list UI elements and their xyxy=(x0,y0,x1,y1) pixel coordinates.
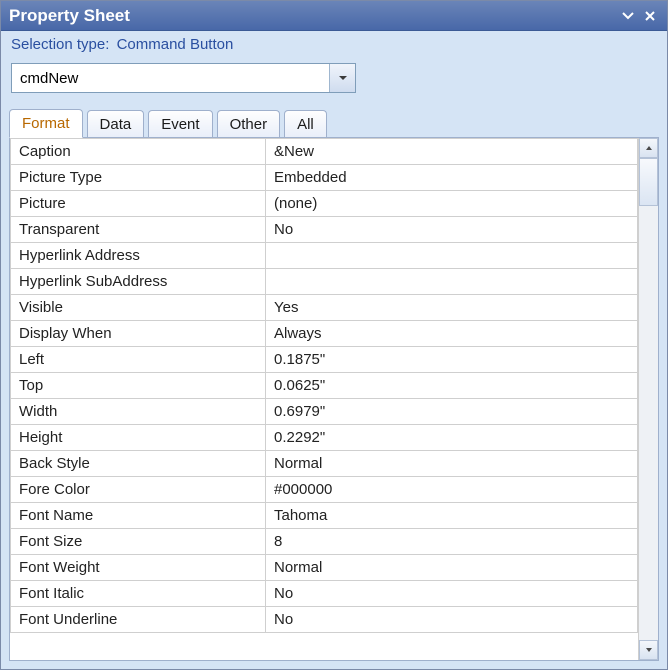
property-value[interactable]: 8 xyxy=(266,529,638,555)
property-name[interactable]: Left xyxy=(11,347,266,373)
property-value[interactable]: Normal xyxy=(266,555,638,581)
property-name[interactable]: Height xyxy=(11,425,266,451)
property-value[interactable]: 0.0625" xyxy=(266,373,638,399)
property-value[interactable]: 0.2292" xyxy=(266,425,638,451)
property-row: Picture TypeEmbedded xyxy=(11,165,638,191)
property-value[interactable]: (none) xyxy=(266,191,638,217)
property-table: Caption&NewPicture TypeEmbeddedPicture(n… xyxy=(10,138,638,633)
property-name[interactable]: Font Size xyxy=(11,529,266,555)
property-row: Back StyleNormal xyxy=(11,451,638,477)
property-name[interactable]: Visible xyxy=(11,295,266,321)
object-selector[interactable] xyxy=(11,63,356,93)
property-name[interactable]: Picture xyxy=(11,191,266,217)
property-value[interactable]: Always xyxy=(266,321,638,347)
property-value[interactable]: No xyxy=(266,217,638,243)
property-name[interactable]: Caption xyxy=(11,139,266,165)
property-row: Font ItalicNo xyxy=(11,581,638,607)
property-value[interactable] xyxy=(266,243,638,269)
object-selector-dropdown-button[interactable] xyxy=(329,64,355,92)
property-sheet-window: Property Sheet Selection type: Command B… xyxy=(0,0,668,670)
chevron-down-icon xyxy=(337,72,349,84)
property-value[interactable]: No xyxy=(266,581,638,607)
property-row: Hyperlink Address xyxy=(11,243,638,269)
property-name[interactable]: Picture Type xyxy=(11,165,266,191)
property-name[interactable]: Fore Color xyxy=(11,477,266,503)
scroll-up-button[interactable] xyxy=(639,138,658,158)
property-value[interactable]: &New xyxy=(266,139,638,165)
property-row: Caption&New xyxy=(11,139,638,165)
property-name[interactable]: Font Weight xyxy=(11,555,266,581)
tab-data[interactable]: Data xyxy=(87,110,145,138)
property-row: VisibleYes xyxy=(11,295,638,321)
property-row: Display WhenAlways xyxy=(11,321,638,347)
selection-type-row: Selection type: Command Button xyxy=(1,31,667,53)
property-name[interactable]: Back Style xyxy=(11,451,266,477)
minimize-icon[interactable] xyxy=(619,7,637,25)
property-value[interactable]: 0.6979" xyxy=(266,399,638,425)
selection-type-label: Selection type: xyxy=(11,36,109,53)
property-row: Picture(none) xyxy=(11,191,638,217)
property-name[interactable]: Hyperlink SubAddress xyxy=(11,269,266,295)
scroll-down-button[interactable] xyxy=(639,640,658,660)
property-row: Font NameTahoma xyxy=(11,503,638,529)
property-value[interactable] xyxy=(266,269,638,295)
scroll-track[interactable] xyxy=(639,158,658,640)
property-row: Top0.0625" xyxy=(11,373,638,399)
tab-event[interactable]: Event xyxy=(148,110,212,138)
property-value[interactable]: 0.1875" xyxy=(266,347,638,373)
property-row: Font Size8 xyxy=(11,529,638,555)
scroll-thumb[interactable] xyxy=(639,158,658,206)
object-selector-input[interactable] xyxy=(12,64,329,92)
property-row: Fore Color#000000 xyxy=(11,477,638,503)
chevron-up-icon xyxy=(644,143,654,153)
tab-all[interactable]: All xyxy=(284,110,327,138)
chevron-down-icon xyxy=(644,645,654,655)
property-value[interactable]: #000000 xyxy=(266,477,638,503)
property-row: Width0.6979" xyxy=(11,399,638,425)
tab-bar: FormatDataEventOtherAll xyxy=(1,103,667,137)
property-grid-wrap: Caption&NewPicture TypeEmbeddedPicture(n… xyxy=(9,137,659,661)
tab-format[interactable]: Format xyxy=(9,109,83,138)
property-row: TransparentNo xyxy=(11,217,638,243)
property-name[interactable]: Top xyxy=(11,373,266,399)
property-name[interactable]: Font Italic xyxy=(11,581,266,607)
property-row: Height0.2292" xyxy=(11,425,638,451)
property-row: Font WeightNormal xyxy=(11,555,638,581)
property-value[interactable]: Yes xyxy=(266,295,638,321)
property-name[interactable]: Width xyxy=(11,399,266,425)
titlebar: Property Sheet xyxy=(1,1,667,31)
tab-other[interactable]: Other xyxy=(217,110,281,138)
window-title: Property Sheet xyxy=(9,6,615,26)
property-name[interactable]: Transparent xyxy=(11,217,266,243)
vertical-scrollbar[interactable] xyxy=(638,138,658,660)
property-name[interactable]: Font Underline xyxy=(11,607,266,633)
property-name[interactable]: Font Name xyxy=(11,503,266,529)
property-row: Hyperlink SubAddress xyxy=(11,269,638,295)
property-grid: Caption&NewPicture TypeEmbeddedPicture(n… xyxy=(10,138,638,660)
property-value[interactable]: Normal xyxy=(266,451,638,477)
close-icon[interactable] xyxy=(641,7,659,25)
property-value[interactable]: No xyxy=(266,607,638,633)
property-value[interactable]: Tahoma xyxy=(266,503,638,529)
property-name[interactable]: Display When xyxy=(11,321,266,347)
selection-type-value: Command Button xyxy=(117,36,234,53)
property-value[interactable]: Embedded xyxy=(266,165,638,191)
property-name[interactable]: Hyperlink Address xyxy=(11,243,266,269)
property-row: Left0.1875" xyxy=(11,347,638,373)
property-row: Font UnderlineNo xyxy=(11,607,638,633)
object-selector-row xyxy=(1,53,667,103)
